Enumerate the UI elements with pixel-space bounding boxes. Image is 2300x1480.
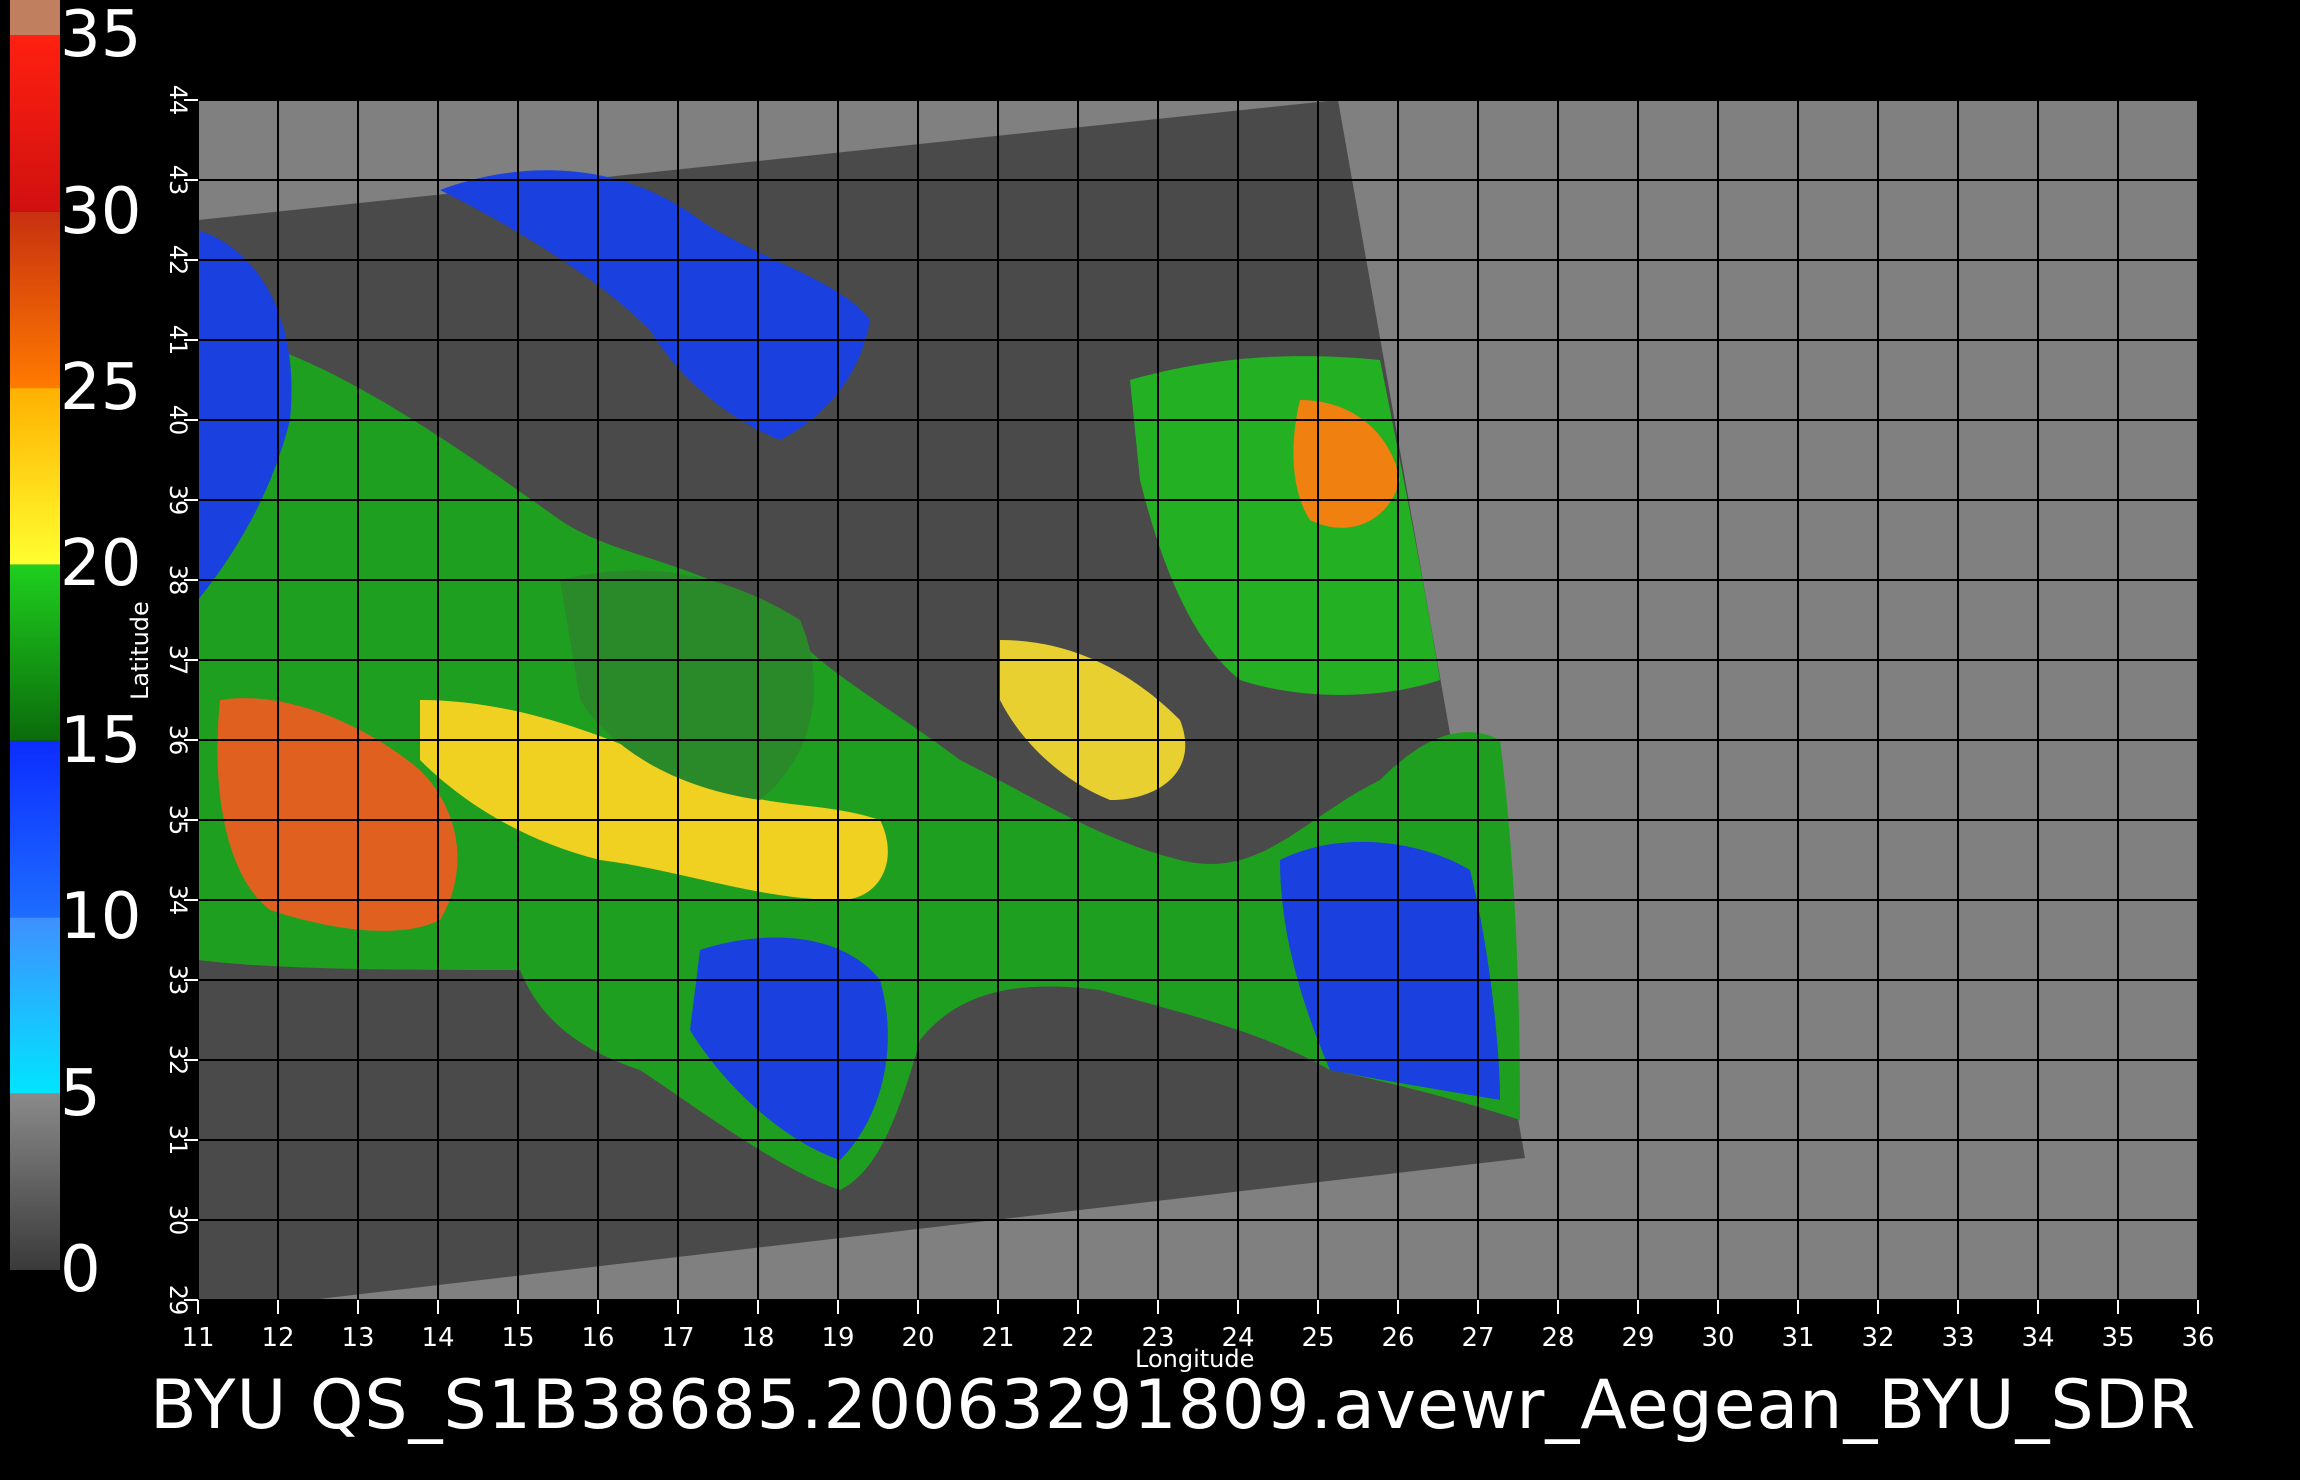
lon-tick-label: 34 — [2021, 1323, 2054, 1353]
lon-tick-label: 15 — [501, 1323, 534, 1353]
lon-tick-label: 11 — [181, 1323, 214, 1353]
lat-tick-label: 33 — [164, 965, 192, 996]
lon-tick-label: 33 — [1941, 1323, 1974, 1353]
lon-tick-label: 13 — [341, 1323, 374, 1353]
lon-tick-label: 19 — [821, 1323, 854, 1353]
lon-tick-label: 18 — [741, 1323, 774, 1353]
lon-tick-label: 12 — [261, 1323, 294, 1353]
colorbar-segment — [10, 740, 60, 918]
lon-tick-label: 35 — [2101, 1323, 2134, 1353]
colorbar-segment — [10, 0, 60, 36]
lon-tick-label: 25 — [1301, 1323, 1334, 1353]
lon-tick-label: 29 — [1621, 1323, 1654, 1353]
lon-tick-label: 36 — [2181, 1323, 2214, 1353]
lon-tick-label: 22 — [1061, 1323, 1094, 1353]
lat-tick-label: 36 — [164, 725, 192, 756]
lat-tick-label: 30 — [164, 1205, 192, 1236]
lat-tick-label: 43 — [164, 165, 192, 196]
lon-tick-label: 16 — [581, 1323, 614, 1353]
lon-tick-label: 32 — [1861, 1323, 1894, 1353]
colorbar-segment — [10, 211, 60, 389]
lon-tick-label: 28 — [1541, 1323, 1574, 1353]
colorbar-label: 20 — [60, 527, 142, 602]
colorbar — [10, 0, 60, 1270]
lon-tick-label: 30 — [1701, 1323, 1734, 1353]
lon-tick-label: 27 — [1461, 1323, 1494, 1353]
lat-tick-label: 31 — [164, 1125, 192, 1156]
lon-tick-label: 21 — [981, 1323, 1014, 1353]
colorbar-segment — [10, 564, 60, 741]
colorbar-label: 35 — [60, 0, 142, 73]
lat-tick-label: 39 — [164, 485, 192, 516]
colorbar-segment — [10, 1093, 60, 1270]
colorbar-label: 10 — [60, 880, 142, 955]
lat-tick-label: 34 — [164, 885, 192, 916]
map-figure: 11 12 13 14 15 16 17 18 19 20 21 22 23 24 25 26 27 28 29 30… — [0, 0, 2300, 1480]
swath-layer — [198, 100, 1525, 1300]
wind-speed-map: 11 12 13 14 15 16 17 18 19 20 21 22 23 24 25 26 27 28 29 30… — [10, 0, 2228, 1353]
colorbar-segment — [10, 388, 60, 565]
lon-tick-label: 14 — [421, 1323, 454, 1353]
colorbar-label: 0 — [60, 1233, 101, 1307]
lat-tick-label: 35 — [164, 805, 192, 836]
lon-tick-label: 17 — [661, 1323, 694, 1353]
lat-tick-label: 37 — [164, 645, 192, 676]
lat-tick-label: 40 — [164, 405, 192, 436]
lat-tick-label: 42 — [164, 245, 192, 276]
colorbar-label: 30 — [60, 174, 142, 249]
lon-tick-label: 26 — [1381, 1323, 1414, 1353]
colorbar-label: 5 — [60, 1056, 101, 1131]
caption: BYU QS_S1B38685.20063291809.avewr_Aegean… — [150, 1366, 2197, 1445]
lat-tick-label: 44 — [164, 85, 192, 116]
lon-tick-label: 20 — [901, 1323, 934, 1353]
colorbar-segment — [10, 917, 60, 1094]
colorbar-label: 15 — [60, 703, 142, 778]
lat-tick-label: 38 — [164, 565, 192, 596]
lon-tick-label: 31 — [1781, 1323, 1814, 1353]
lat-tick-label: 32 — [164, 1045, 192, 1076]
lat-tick-label: 29 — [164, 1285, 192, 1316]
colorbar-segment — [10, 35, 60, 212]
lat-tick-label: 41 — [164, 325, 192, 356]
colorbar-label: 25 — [60, 351, 142, 426]
y-axis-title: Latitude — [126, 601, 154, 700]
